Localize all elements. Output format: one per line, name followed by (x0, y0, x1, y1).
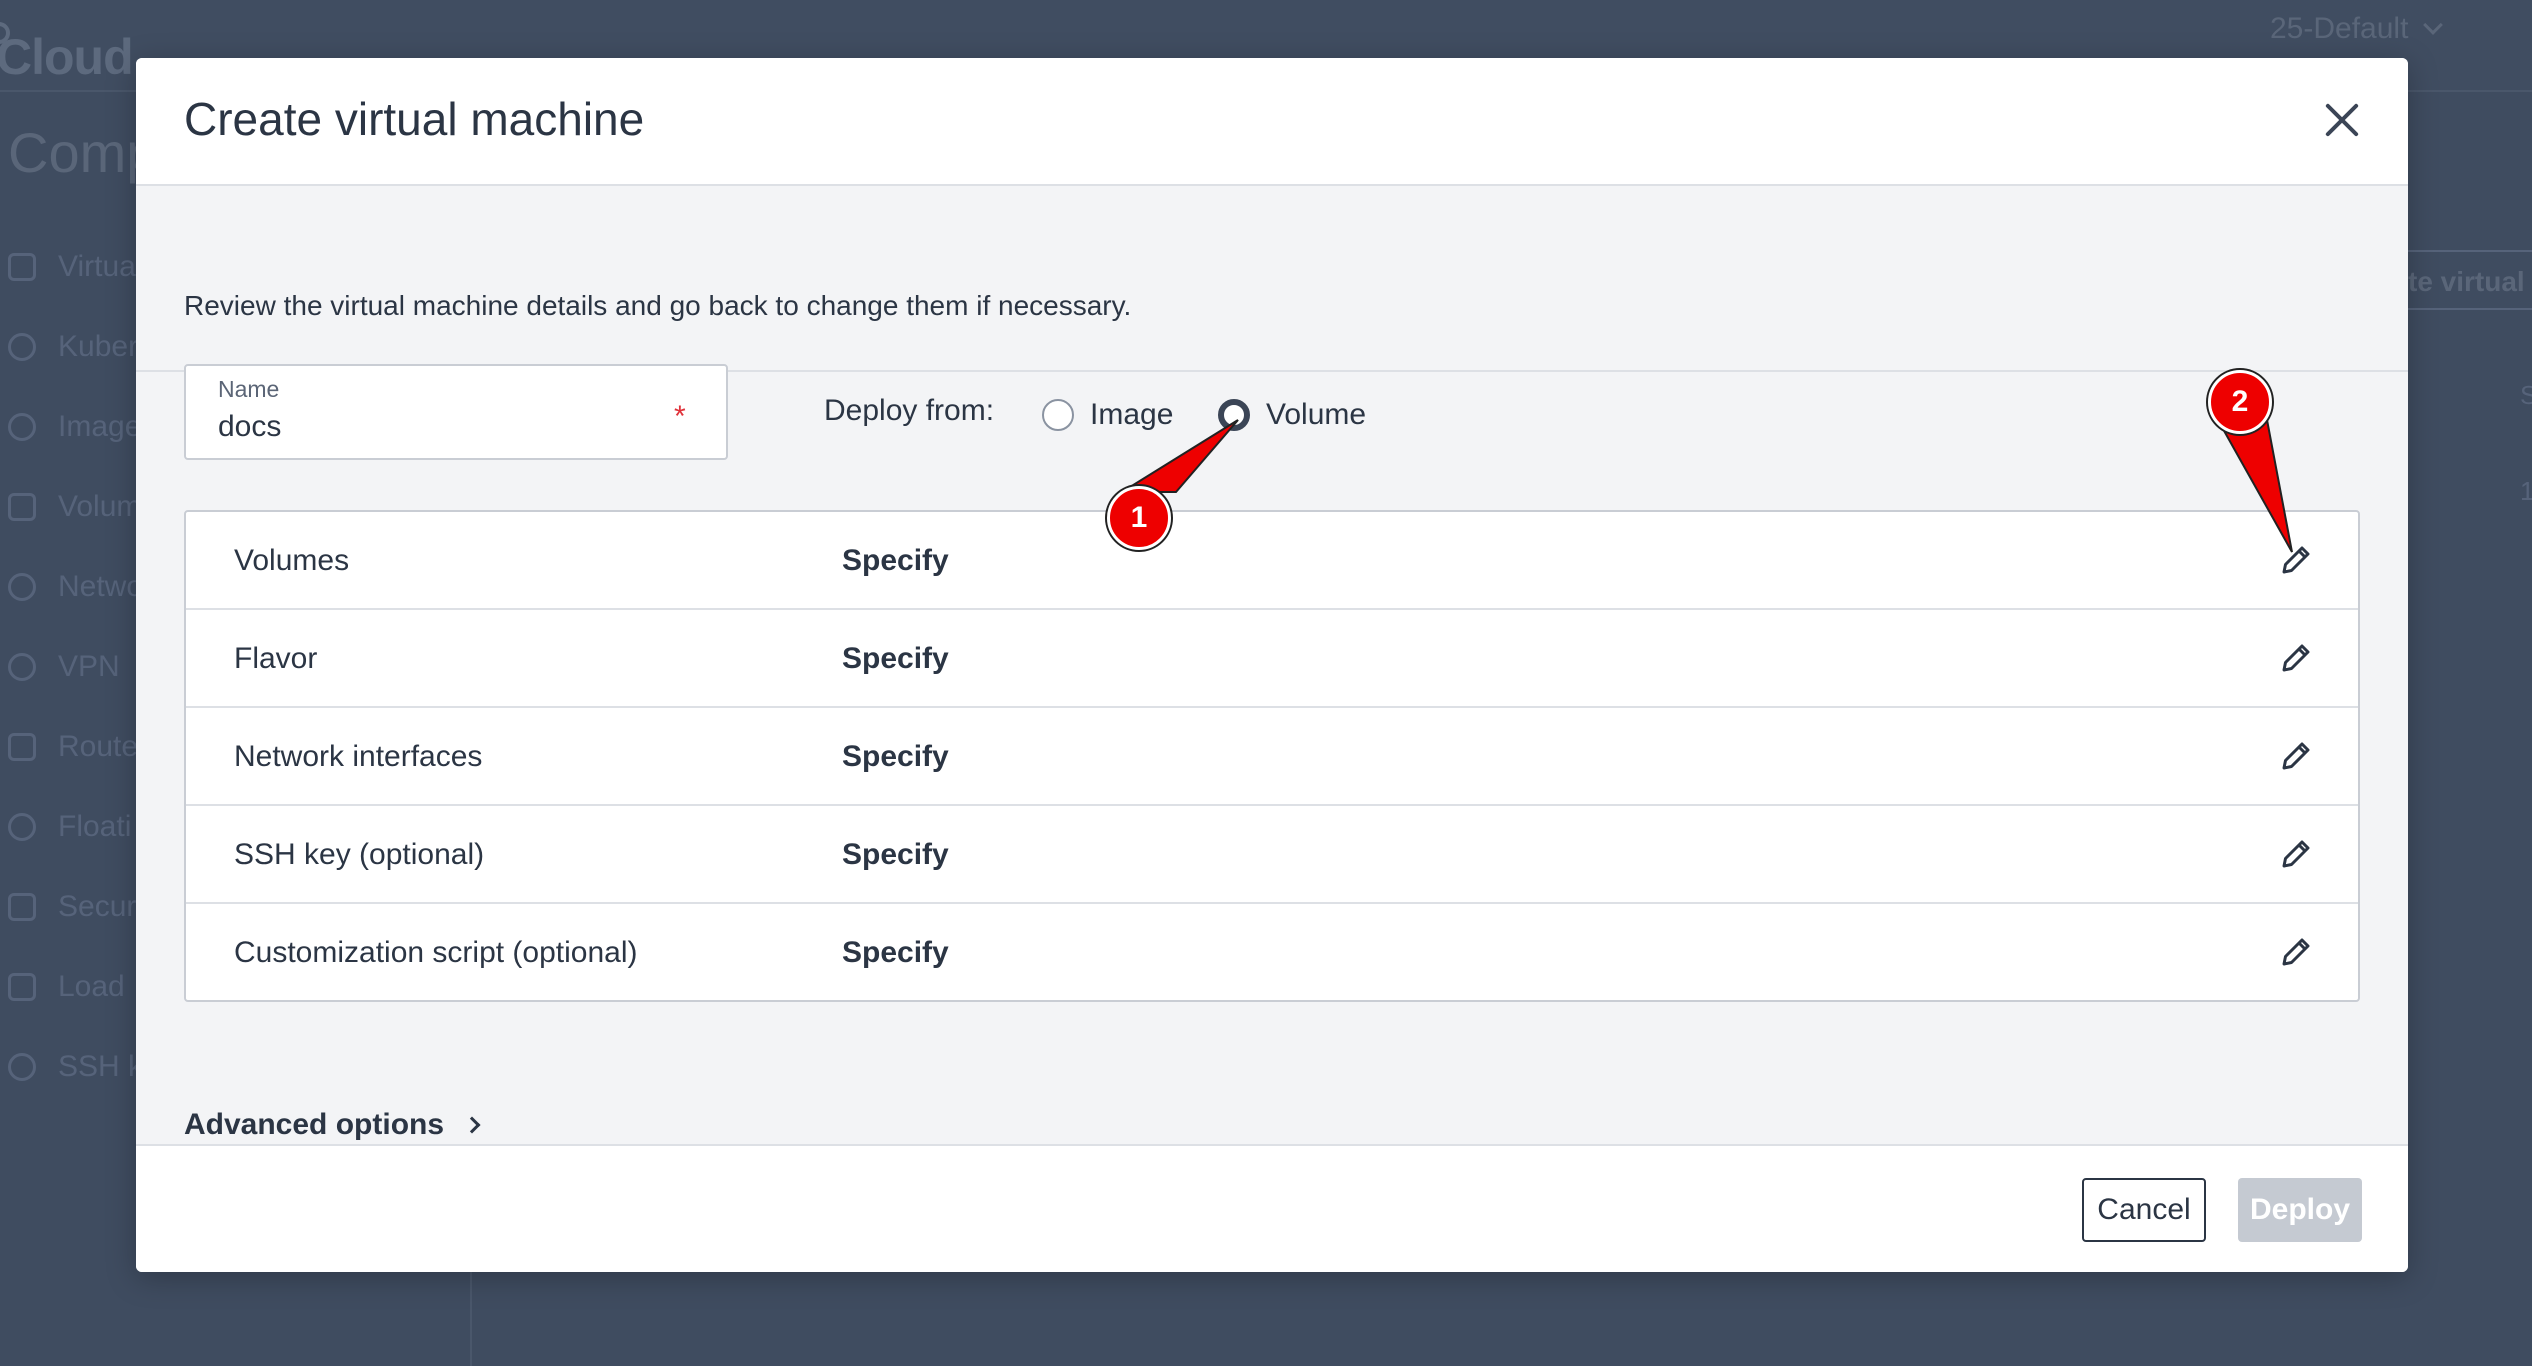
config-row-label: Volumes (234, 544, 350, 577)
pencil-icon[interactable] (2278, 640, 2314, 676)
sidebar-item-images: Image (8, 410, 141, 444)
config-row-volumes: Volumes Specify (186, 512, 2358, 610)
cancel-button[interactable]: Cancel (2082, 1178, 2206, 1242)
config-row-label: SSH key (optional) (234, 838, 485, 871)
required-mark: * (674, 400, 686, 433)
config-row-label: Network interfaces (234, 740, 483, 773)
deploy-from-image-radio[interactable]: Image (1042, 398, 1173, 432)
sidebar-item-load-balancers: Load (8, 970, 125, 1004)
load-balancer-icon (8, 973, 36, 1001)
key-icon (8, 1053, 36, 1081)
config-row-label: Customization script (optional) (234, 936, 638, 969)
modal-title: Create virtual machine (184, 93, 645, 145)
logo-text: Cloud (0, 29, 134, 85)
cube-icon (8, 253, 36, 281)
radio-checked-icon[interactable] (1218, 399, 1250, 431)
modal-footer: Cancel Deploy (136, 1144, 2408, 1272)
sidebar-item-label: Secur (58, 890, 137, 923)
chevron-right-icon (463, 1116, 481, 1134)
project-selector-label: 25-Default (2270, 12, 2409, 45)
kubernetes-icon (8, 333, 36, 361)
sidebar-item-label: Volum (58, 490, 142, 523)
network-icon (8, 573, 36, 601)
annotation-marker-1: 1 (1107, 486, 1171, 550)
page-heading: Comp (8, 121, 158, 184)
sidebar-item-virtual-machines: Virtua (8, 250, 136, 284)
pencil-icon[interactable] (2278, 542, 2314, 578)
chevron-down-icon (2423, 15, 2444, 35)
radio-label: Image (1090, 398, 1174, 431)
vm-config-table: Volumes Specify Flavor Specify Network i… (184, 510, 2360, 1002)
radio-label: Volume (1266, 398, 1367, 431)
sidebar-item-label: Route (58, 730, 139, 763)
config-row-flavor: Flavor Specify (186, 610, 2358, 708)
deploy-from-volume-radio[interactable]: Volume (1218, 398, 1366, 432)
sidebar-item-label: VPN (58, 650, 120, 683)
sidebar-item-floating-ips: Floati (8, 810, 131, 844)
deploy-button[interactable]: Deploy (2238, 1178, 2362, 1242)
name-input[interactable] (218, 410, 658, 444)
background-text-fragment: 1 (2520, 476, 2532, 506)
config-row-value: Specify (842, 838, 949, 871)
modal-header: Create virtual machine (136, 58, 2408, 186)
config-row-value: Specify (842, 740, 949, 773)
config-row-network-interfaces: Network interfaces Specify (186, 708, 2358, 806)
app-logo: Cloud (0, 22, 134, 86)
config-row-value: Specify (842, 936, 949, 969)
sidebar-item-security-groups: Secur (8, 890, 136, 924)
radio-unchecked-icon[interactable] (1042, 399, 1074, 431)
sidebar-item-label: Virtua (58, 250, 136, 283)
sidebar-item-label: Floati (58, 810, 132, 843)
sidebar-item-volumes: Volum (8, 490, 141, 524)
pencil-icon[interactable] (2278, 836, 2314, 872)
config-row-value: Specify (842, 544, 949, 577)
sidebar-item-routers: Route (8, 730, 138, 764)
modal-description: Review the virtual machine details and g… (184, 290, 1132, 321)
project-selector: 25-Default (2270, 12, 2444, 46)
name-field-label: Name (218, 376, 280, 402)
sidebar-item-label: Load (58, 970, 125, 1003)
lock-icon (8, 893, 36, 921)
sidebar-item-label: SSH k (58, 1050, 144, 1083)
deploy-from-label: Deploy from: (824, 394, 995, 427)
sidebar-item-kubernetes: Kuber (8, 330, 138, 364)
config-row-value: Specify (842, 642, 949, 675)
modal-description-area: Review the virtual machine details and g… (136, 186, 2408, 372)
create-vm-modal: Create virtual machine Review the virtua… (136, 58, 2408, 1272)
sidebar-item-vpn: VPN (8, 650, 120, 684)
advanced-options-label: Advanced options (184, 1108, 445, 1141)
pencil-icon[interactable] (2278, 934, 2314, 970)
shield-icon (8, 653, 36, 681)
volume-icon (8, 493, 36, 521)
floating-ip-icon (8, 813, 36, 841)
advanced-options-toggle[interactable]: Advanced options (184, 1108, 481, 1142)
config-row-ssh-key: SSH key (optional) Specify (186, 806, 2358, 904)
sidebar-item-networks: Netwo (8, 570, 143, 604)
sidebar-item-label: Netwo (58, 570, 144, 603)
annotation-marker-2: 2 (2208, 370, 2272, 434)
sidebar-item-label: Image (58, 410, 142, 443)
sidebar-item-label: Kuber (58, 330, 139, 363)
image-icon (8, 413, 36, 441)
background-text-fragment: S (2520, 380, 2532, 410)
pencil-icon[interactable] (2278, 738, 2314, 774)
config-row-customization-script: Customization script (optional) Specify (186, 904, 2358, 1002)
router-icon (8, 733, 36, 761)
config-row-label: Flavor (234, 642, 318, 675)
sidebar-item-ssh-keys: SSH k (8, 1050, 143, 1084)
close-icon[interactable] (2318, 96, 2366, 144)
name-field[interactable]: Name * (184, 364, 728, 460)
create-virtual-machine-button: te virtual (2396, 250, 2532, 310)
